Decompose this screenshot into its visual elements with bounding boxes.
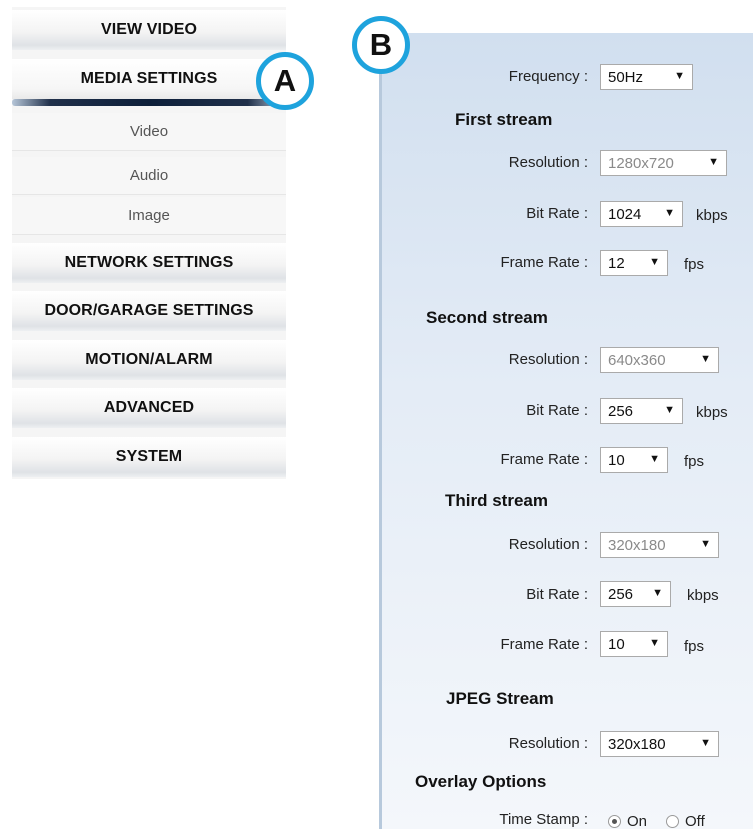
marker-a: A — [256, 52, 314, 110]
third-bitrate-label: Bit Rate : — [526, 586, 588, 603]
settings-nav: VIEW VIDEO MEDIA SETTINGS Video Audio Im… — [12, 7, 286, 479]
first-resolution-value: 1280x720 — [608, 154, 674, 172]
second-resolution-select[interactable]: 640x360 ▼ — [600, 347, 719, 373]
second-bitrate-label: Bit Rate : — [526, 402, 588, 419]
marker-b: B — [352, 16, 410, 74]
time-stamp-off-label: Off — [685, 813, 705, 830]
first-resolution-select[interactable]: 1280x720 ▼ — [600, 150, 727, 176]
dropdown-arrow-icon: ▼ — [649, 256, 660, 268]
nav-sub-video[interactable]: Video — [12, 113, 286, 151]
first-stream-heading: First stream — [455, 110, 553, 129]
active-menu-bar — [12, 99, 286, 106]
third-resolution-label: Resolution : — [508, 536, 588, 553]
second-framerate-value: 10 — [608, 451, 625, 469]
dropdown-arrow-icon: ▼ — [649, 637, 660, 649]
nav-view-video[interactable]: VIEW VIDEO — [12, 10, 286, 50]
dropdown-arrow-icon: ▼ — [649, 453, 660, 465]
nav-network-settings[interactable]: NETWORK SETTINGS — [12, 243, 286, 283]
dropdown-arrow-icon: ▼ — [700, 538, 711, 550]
dropdown-arrow-icon: ▼ — [652, 587, 663, 599]
third-framerate-unit: fps — [684, 638, 705, 655]
frequency-label: Frequency : — [508, 68, 588, 85]
frequency-select[interactable]: 50Hz ▼ — [600, 64, 693, 90]
first-framerate-value: 12 — [608, 254, 625, 272]
first-bitrate-label: Bit Rate : — [526, 205, 588, 222]
second-stream-heading: Second stream — [426, 308, 548, 327]
first-resolution-label: Resolution : — [508, 154, 588, 171]
dropdown-arrow-icon: ▼ — [708, 156, 719, 168]
nav-sub-audio[interactable]: Audio — [12, 157, 286, 195]
first-bitrate-value: 1024 — [608, 205, 642, 223]
third-resolution-value: 320x180 — [608, 536, 666, 554]
third-framerate-value: 10 — [608, 635, 625, 653]
nav-system[interactable]: SYSTEM — [12, 437, 286, 477]
second-framerate-label: Frame Rate : — [500, 451, 588, 468]
dropdown-arrow-icon: ▼ — [700, 737, 711, 749]
panel-border — [379, 33, 382, 829]
third-bitrate-select[interactable]: 256 ▼ — [600, 581, 671, 607]
frequency-value: 50Hz — [608, 68, 644, 86]
second-framerate-select[interactable]: 10 ▼ — [600, 447, 668, 473]
second-resolution-value: 640x360 — [608, 351, 666, 369]
second-framerate-unit: fps — [684, 453, 705, 470]
second-bitrate-select[interactable]: 256 ▼ — [600, 398, 683, 424]
time-stamp-on-radio[interactable] — [608, 815, 621, 828]
time-stamp-on-label: On — [627, 813, 648, 830]
first-framerate-label: Frame Rate : — [500, 254, 588, 271]
nav-sub-image[interactable]: Image — [12, 197, 286, 235]
first-bitrate-select[interactable]: 1024 ▼ — [600, 201, 683, 227]
jpeg-resolution-value: 320x180 — [608, 735, 666, 753]
time-stamp-off-radio[interactable] — [666, 815, 679, 828]
nav-motion-alarm[interactable]: MOTION/ALARM — [12, 340, 286, 380]
nav-advanced[interactable]: ADVANCED — [12, 388, 286, 428]
nav-media-settings[interactable]: MEDIA SETTINGS — [12, 59, 286, 99]
second-resolution-label: Resolution : — [508, 351, 588, 368]
dropdown-arrow-icon: ▼ — [664, 207, 675, 219]
overlay-options-heading: Overlay Options — [415, 772, 547, 791]
jpeg-resolution-label: Resolution : — [508, 735, 588, 752]
third-framerate-label: Frame Rate : — [500, 636, 588, 653]
time-stamp-label: Time Stamp : — [499, 811, 588, 828]
first-framerate-unit: fps — [684, 256, 705, 273]
third-resolution-select[interactable]: 320x180 ▼ — [600, 532, 719, 558]
first-framerate-select[interactable]: 12 ▼ — [600, 250, 668, 276]
dropdown-arrow-icon: ▼ — [674, 70, 685, 82]
second-bitrate-unit: kbps — [696, 404, 728, 421]
dropdown-arrow-icon: ▼ — [664, 404, 675, 416]
first-bitrate-unit: kbps — [696, 207, 728, 224]
second-bitrate-value: 256 — [608, 402, 634, 420]
third-framerate-select[interactable]: 10 ▼ — [600, 631, 668, 657]
third-stream-heading: Third stream — [445, 491, 548, 510]
nav-door-garage-settings[interactable]: DOOR/GARAGE SETTINGS — [12, 291, 286, 331]
third-bitrate-value: 256 — [608, 585, 634, 603]
third-bitrate-unit: kbps — [687, 587, 719, 604]
dropdown-arrow-icon: ▼ — [700, 353, 711, 365]
jpeg-stream-heading: JPEG Stream — [446, 689, 554, 708]
jpeg-resolution-select[interactable]: 320x180 ▼ — [600, 731, 719, 757]
